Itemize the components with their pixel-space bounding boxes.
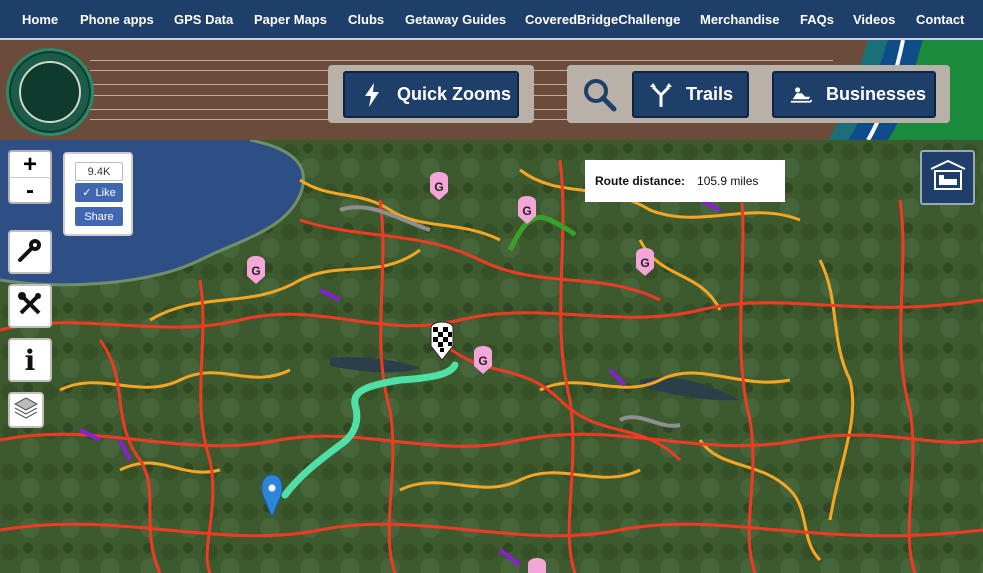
svg-text:G: G bbox=[478, 354, 487, 368]
like-label: Like bbox=[95, 186, 116, 199]
check-icon: ✓ bbox=[82, 187, 92, 199]
header-band: Quick Zooms Trails Businesses bbox=[0, 40, 983, 140]
route-distance-panel: Route distance: 105.9 miles bbox=[585, 160, 785, 202]
nav-merchandise[interactable]: Merchandise bbox=[700, 12, 779, 27]
zoom-in-button[interactable]: + bbox=[10, 151, 50, 178]
nav-gps-data[interactable]: GPS Data bbox=[174, 12, 233, 27]
svg-text:G: G bbox=[251, 264, 260, 278]
site-logo[interactable] bbox=[6, 48, 94, 136]
nav-contact[interactable]: Contact bbox=[916, 12, 964, 27]
tools-button[interactable] bbox=[8, 284, 52, 328]
trails-button[interactable]: Trails bbox=[632, 71, 749, 118]
getaway-marker bbox=[528, 558, 546, 573]
snowmobile-logo-icon bbox=[19, 61, 81, 123]
search-icon[interactable] bbox=[583, 78, 617, 112]
key-icon bbox=[17, 237, 43, 268]
snowmobile-icon bbox=[790, 84, 812, 106]
nav-faqs[interactable]: FAQs bbox=[800, 12, 834, 27]
layers-icon bbox=[13, 395, 39, 426]
nav-videos[interactable]: Videos bbox=[853, 12, 895, 27]
lodging-button[interactable] bbox=[920, 150, 975, 205]
nav-paper-maps[interactable]: Paper Maps bbox=[254, 12, 327, 27]
nav-phone-apps[interactable]: Phone apps bbox=[80, 12, 154, 27]
facebook-like-button[interactable]: ✓ Like bbox=[75, 183, 123, 202]
info-icon: i bbox=[24, 343, 36, 377]
zoom-out-button[interactable]: - bbox=[10, 177, 50, 204]
svg-text:G: G bbox=[434, 180, 443, 194]
zoom-control: + - bbox=[8, 150, 52, 204]
like-count: 9.4K bbox=[75, 162, 123, 181]
businesses-button[interactable]: Businesses bbox=[772, 71, 936, 118]
nav-home[interactable]: Home bbox=[22, 12, 58, 27]
nav-clubs[interactable]: Clubs bbox=[348, 12, 384, 27]
wrench-screwdriver-icon bbox=[17, 291, 43, 322]
quick-zooms-button[interactable]: Quick Zooms bbox=[343, 71, 519, 118]
svg-text:G: G bbox=[640, 256, 649, 270]
route-distance-value: 105.9 miles bbox=[697, 174, 759, 188]
trail-map[interactable]: G G G G G + - 9.4K ✓ Like Share i Route … bbox=[0, 140, 983, 573]
nav-getaway-guides[interactable]: Getaway Guides bbox=[405, 12, 506, 27]
bed-icon bbox=[927, 159, 969, 196]
facebook-share-button[interactable]: Share bbox=[75, 207, 123, 226]
nav-covered-bridge-challenge[interactable]: CoveredBridgeChallenge bbox=[525, 12, 680, 27]
facebook-widget: 9.4K ✓ Like Share bbox=[63, 152, 133, 236]
top-navigation: Home Phone apps GPS Data Paper Maps Club… bbox=[0, 0, 983, 40]
header-stripe bbox=[90, 60, 833, 61]
layers-button[interactable] bbox=[8, 392, 44, 428]
quick-zooms-label: Quick Zooms bbox=[397, 84, 512, 104]
map-canvas[interactable]: G G G G G bbox=[0, 140, 983, 573]
businesses-label: Businesses bbox=[826, 84, 927, 104]
key-tool-button[interactable] bbox=[8, 230, 52, 274]
route-distance-label: Route distance: bbox=[595, 174, 686, 188]
fork-icon bbox=[650, 82, 672, 107]
trails-label: Trails bbox=[686, 84, 734, 104]
svg-text:G: G bbox=[522, 204, 531, 218]
lightning-icon bbox=[361, 82, 383, 107]
info-button[interactable]: i bbox=[8, 338, 52, 382]
